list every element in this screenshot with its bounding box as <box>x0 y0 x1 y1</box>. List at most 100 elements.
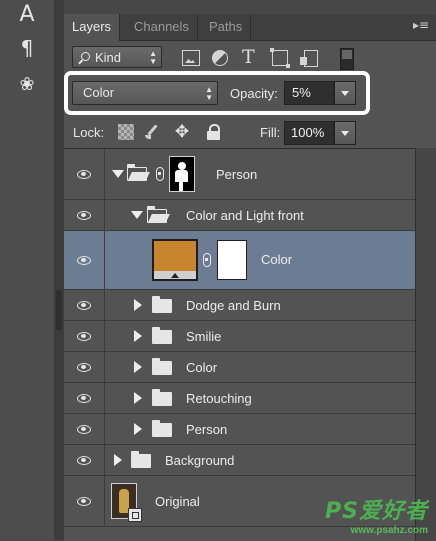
layer-name: Color <box>186 360 218 375</box>
layer-name: Person <box>216 167 258 182</box>
visibility-toggle[interactable] <box>64 445 105 475</box>
visibility-toggle[interactable] <box>64 290 105 320</box>
layer-row[interactable]: Color <box>64 352 415 383</box>
smart-object-filter-icon[interactable] <box>300 50 318 67</box>
layer-row[interactable]: Background <box>64 445 415 476</box>
eye-icon <box>77 363 91 372</box>
panel-tab-bar: Layers Channels Paths ▸≡ <box>64 14 436 41</box>
dock-grip[interactable] <box>56 290 62 330</box>
layer-row-selected[interactable]: Color <box>64 231 415 290</box>
layer-name: Original <box>155 494 200 509</box>
collapse-triangle-icon[interactable] <box>131 211 143 219</box>
folder-icon <box>152 420 172 437</box>
adjustment-filter-icon[interactable] <box>212 50 228 66</box>
layer-name: Retouching <box>186 391 252 406</box>
filter-kind-select[interactable]: Kind ▲ ▼ <box>72 46 162 68</box>
layer-name: Background <box>165 453 235 468</box>
collapse-triangle-icon[interactable] <box>112 170 124 178</box>
expand-triangle-icon[interactable] <box>134 423 142 435</box>
layer-mask-thumbnail[interactable] <box>217 240 247 280</box>
visibility-toggle[interactable] <box>64 200 105 230</box>
visibility-toggle[interactable] <box>64 231 105 289</box>
opacity-input[interactable]: 5% <box>284 81 334 105</box>
eye-icon <box>77 170 91 179</box>
fill-input[interactable]: 100% <box>284 121 334 145</box>
eye-icon <box>77 211 91 220</box>
expand-triangle-icon[interactable] <box>134 361 142 373</box>
eye-icon <box>77 256 91 265</box>
type-filter-icon[interactable]: T <box>242 47 260 67</box>
lock-image-pixels-icon[interactable] <box>144 124 160 140</box>
expand-triangle-icon[interactable] <box>114 454 122 466</box>
visibility-toggle[interactable] <box>64 321 105 351</box>
layer-filter-row: Kind ▲ ▼ T <box>64 41 436 75</box>
eye-icon <box>77 301 91 310</box>
layers-scrollbar[interactable] <box>415 148 436 540</box>
visibility-toggle[interactable] <box>64 476 105 526</box>
lock-position-icon[interactable]: ✥ <box>174 124 190 141</box>
folder-icon <box>152 327 172 344</box>
watermark: PS爱好者 www.psahz.com <box>325 493 428 536</box>
filter-kind-label: Kind <box>95 50 122 65</box>
tab-layers[interactable]: Layers <box>64 14 121 41</box>
smart-object-badge-icon <box>128 508 142 522</box>
visibility-toggle[interactable] <box>64 383 105 413</box>
tab-channels[interactable]: Channels <box>126 14 198 40</box>
fill-layer-thumbnail[interactable] <box>152 239 198 281</box>
opacity-dropdown-button[interactable] <box>334 81 356 105</box>
expand-triangle-icon[interactable] <box>134 392 142 404</box>
layer-name: Dodge and Burn <box>186 298 281 313</box>
brush-preset-icon[interactable]: ❀ <box>10 74 44 100</box>
layers-panel: Layers Channels Paths ▸≡ Kind ▲ ▼ T Color… <box>64 14 436 541</box>
layer-row[interactable]: Color and Light front <box>64 200 415 231</box>
visibility-toggle[interactable] <box>64 149 105 199</box>
image-filter-icon[interactable] <box>182 50 200 66</box>
lock-row: Lock: ✥ Fill: 100% <box>64 117 436 147</box>
fill-color-swatch <box>154 241 196 271</box>
layer-row[interactable]: Person <box>64 414 415 445</box>
lock-label: Lock: <box>73 125 105 140</box>
eye-icon <box>77 425 91 434</box>
select-arrows-icon: ▲ ▼ <box>149 49 157 66</box>
filter-toggle-switch[interactable] <box>340 48 354 70</box>
fill-slider-bar <box>154 271 196 279</box>
layer-row[interactable]: Retouching <box>64 383 415 414</box>
layer-row[interactable]: Dodge and Burn <box>64 290 415 321</box>
eye-icon <box>77 332 91 341</box>
layers-list: Person Color and Light front Color Dodge… <box>64 148 415 541</box>
eye-icon <box>77 497 91 506</box>
lock-transparent-pixels-icon[interactable] <box>118 124 134 140</box>
visibility-toggle[interactable] <box>64 414 105 444</box>
layer-row[interactable]: Person <box>64 149 415 200</box>
layer-name: Color and Light front <box>186 208 304 223</box>
tab-paths[interactable]: Paths <box>201 14 252 40</box>
layer-name: Person <box>186 422 228 437</box>
layer-name: Smilie <box>186 329 222 344</box>
watermark-url: www.psahz.com <box>350 525 428 536</box>
mask-link-icon[interactable] <box>156 167 164 181</box>
layer-name: Color <box>261 252 293 267</box>
expand-triangle-icon[interactable] <box>134 330 142 342</box>
select-arrows-icon: ▲ ▼ <box>205 85 213 102</box>
tools-toolbar: A ¶ ❀ <box>0 0 55 540</box>
layer-row[interactable]: Smilie <box>64 321 415 352</box>
lock-all-icon[interactable] <box>206 124 222 140</box>
mask-link-icon[interactable] <box>203 253 211 267</box>
panel-dock-edge <box>54 0 64 540</box>
paragraph-icon[interactable]: ¶ <box>10 36 44 62</box>
shape-filter-icon[interactable] <box>270 48 290 68</box>
layer-mask-thumbnail[interactable] <box>169 156 195 192</box>
blend-mode-select[interactable]: Color ▲ ▼ <box>72 81 218 105</box>
expand-triangle-icon[interactable] <box>134 299 142 311</box>
folder-open-icon <box>126 164 147 181</box>
fill-dropdown-button[interactable] <box>334 121 356 145</box>
layer-thumbnail[interactable] <box>111 483 142 522</box>
eye-icon <box>77 394 91 403</box>
folder-open-icon <box>146 206 167 223</box>
eye-icon <box>77 456 91 465</box>
opacity-label: Opacity: <box>230 86 278 101</box>
folder-icon <box>131 451 151 468</box>
visibility-toggle[interactable] <box>64 352 105 382</box>
panel-menu-icon[interactable]: ▸≡ <box>412 18 430 34</box>
type-tool-icon[interactable]: A <box>10 2 44 28</box>
